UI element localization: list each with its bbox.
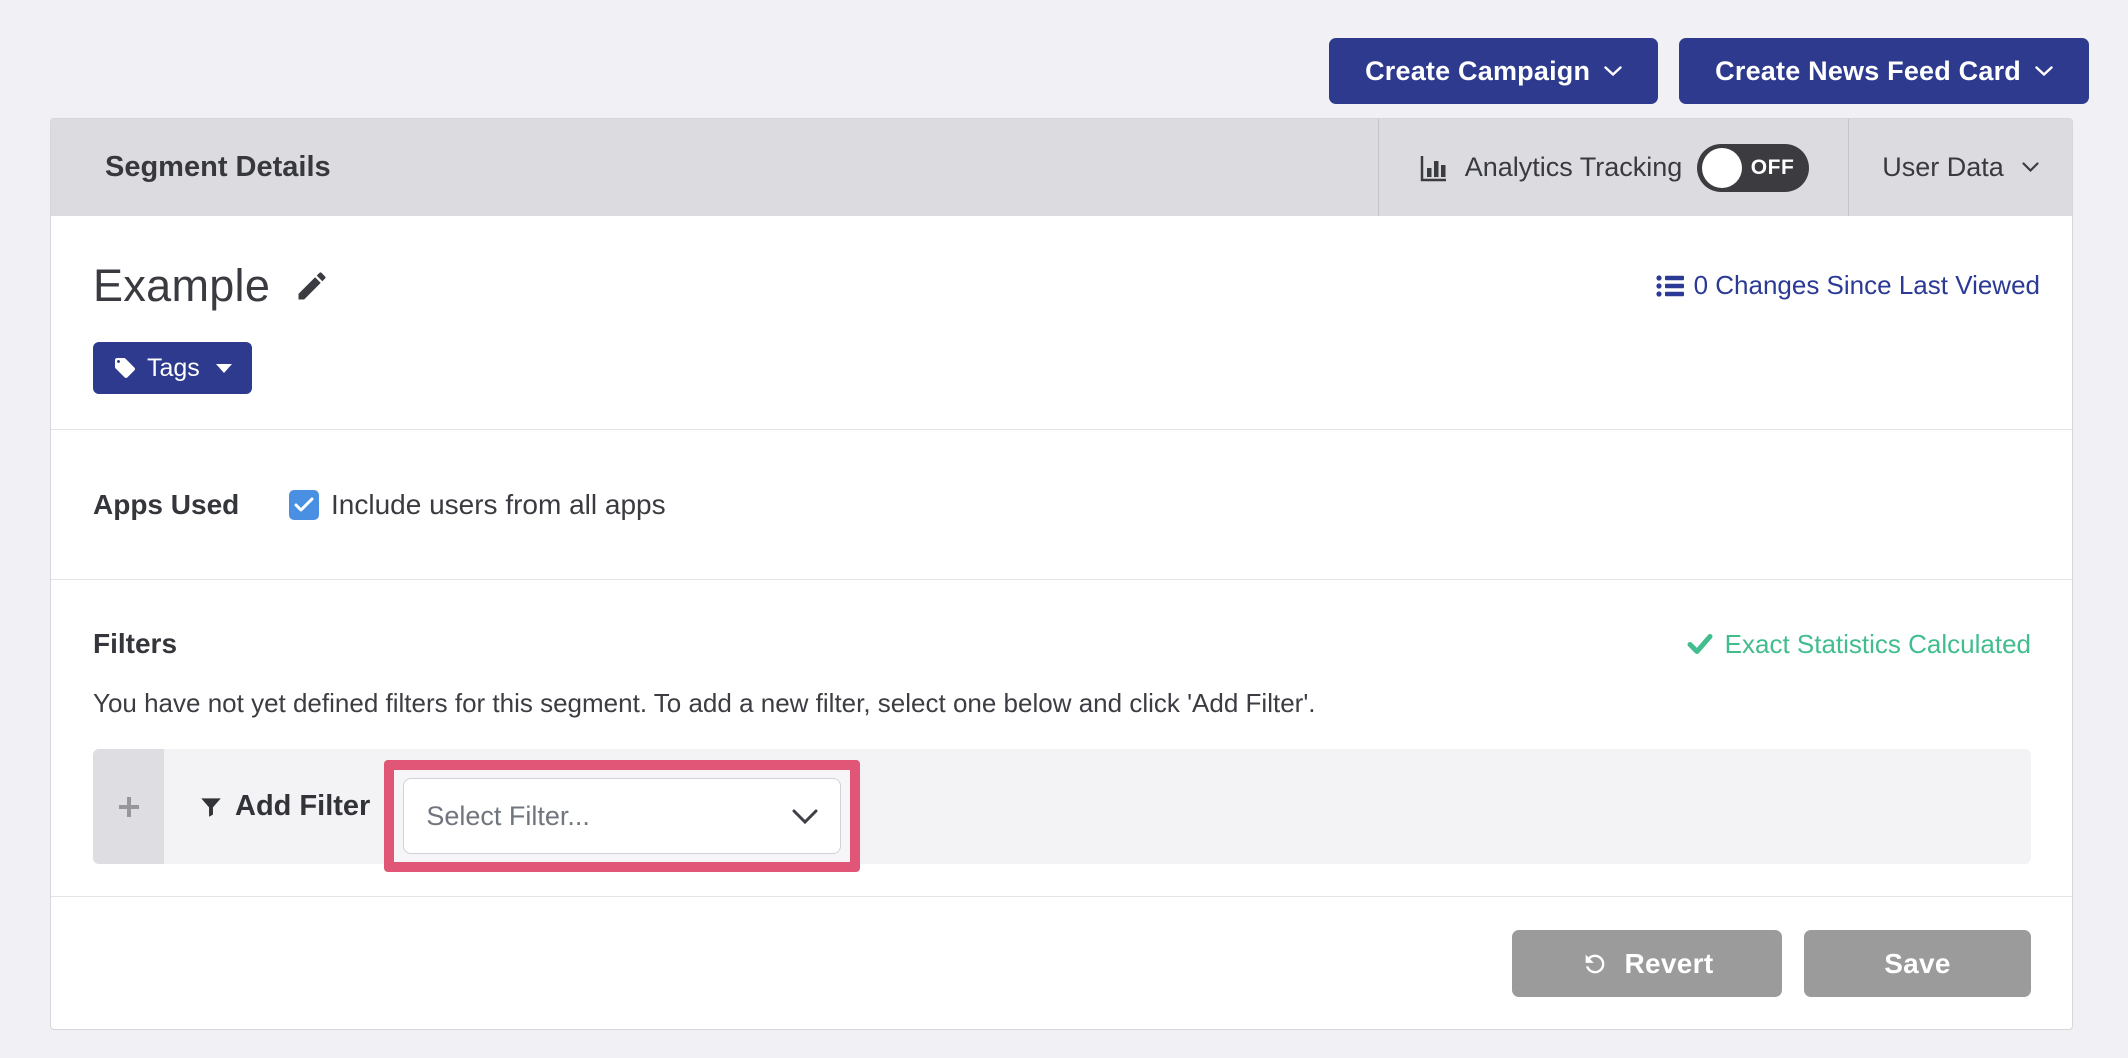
revert-undo-icon (1581, 950, 1609, 978)
changes-since-last-viewed-link[interactable]: 0 Changes Since Last Viewed (1656, 270, 2040, 301)
change-list-icon (1656, 274, 1684, 298)
tag-icon (113, 356, 137, 380)
user-data-label: User Data (1882, 152, 2004, 183)
filters-heading: Filters (93, 628, 177, 660)
save-button[interactable]: Save (1804, 930, 2031, 997)
add-filter-plus-button[interactable] (93, 749, 164, 864)
segment-details-panel: Segment Details Analytics Tracking OFF U… (50, 118, 2073, 1030)
add-filter-label: Add Filter (235, 790, 370, 823)
panel-footer: Revert Save (51, 896, 2072, 1031)
filters-description: You have not yet defined filters for thi… (93, 688, 2031, 719)
panel-header: Segment Details Analytics Tracking OFF U… (51, 119, 2072, 216)
chevron-down-icon (2035, 66, 2053, 77)
chevron-down-icon (792, 809, 818, 824)
add-filter-control[interactable]: Add Filter (198, 749, 370, 864)
filters-section: Filters Exact Statistics Calculated You … (51, 579, 2072, 896)
select-filter-highlight: Select Filter... (384, 760, 860, 872)
changes-link-label: 0 Changes Since Last Viewed (1694, 270, 2040, 301)
revert-button-label: Revert (1625, 948, 1714, 980)
create-campaign-label: Create Campaign (1365, 56, 1590, 87)
exact-statistics-status: Exact Statistics Calculated (1687, 629, 2031, 660)
check-icon (1687, 633, 1713, 655)
include-all-apps-label: Include users from all apps (331, 489, 666, 521)
select-filter-placeholder: Select Filter... (426, 801, 590, 832)
toggle-knob (1702, 148, 1742, 188)
select-filter-dropdown[interactable]: Select Filter... (403, 778, 841, 854)
create-news-feed-card-label: Create News Feed Card (1715, 56, 2021, 87)
chevron-down-icon (2022, 162, 2039, 173)
create-news-feed-card-button[interactable]: Create News Feed Card (1679, 38, 2089, 104)
tags-button[interactable]: Tags (93, 342, 252, 394)
exact-statistics-label: Exact Statistics Calculated (1725, 629, 2031, 660)
funnel-filter-icon (198, 794, 224, 820)
edit-pencil-icon[interactable] (294, 268, 330, 304)
chevron-down-icon (1604, 66, 1622, 77)
analytics-tracking-toggle[interactable]: OFF (1697, 144, 1809, 192)
apps-used-label: Apps Used (93, 489, 289, 521)
analytics-tracking-label: Analytics Tracking (1465, 152, 1683, 183)
toggle-state-label: OFF (1751, 156, 1795, 180)
analytics-tracking-section: Analytics Tracking OFF (1378, 119, 1848, 216)
segment-name: Example (93, 260, 270, 312)
revert-button[interactable]: Revert (1512, 930, 1782, 997)
include-all-apps-checkbox[interactable] (289, 490, 319, 520)
checkmark-icon (294, 497, 314, 513)
create-campaign-button[interactable]: Create Campaign (1329, 38, 1658, 104)
page-title: Segment Details (51, 119, 1378, 216)
plus-icon (117, 795, 141, 819)
user-data-dropdown[interactable]: User Data (1848, 119, 2072, 216)
apps-used-section: Apps Used Include users from all apps (51, 429, 2072, 579)
tags-button-label: Tags (147, 354, 200, 383)
top-action-bar: Create Campaign Create News Feed Card (1329, 38, 2089, 104)
caret-down-icon (216, 364, 232, 373)
bar-chart-icon (1418, 152, 1450, 184)
add-filter-row: Add Filter Select Filter... (93, 749, 2031, 864)
save-button-label: Save (1884, 948, 1951, 980)
segment-title-section: Example 0 Changes Since Last Viewed Tags (51, 216, 2072, 429)
